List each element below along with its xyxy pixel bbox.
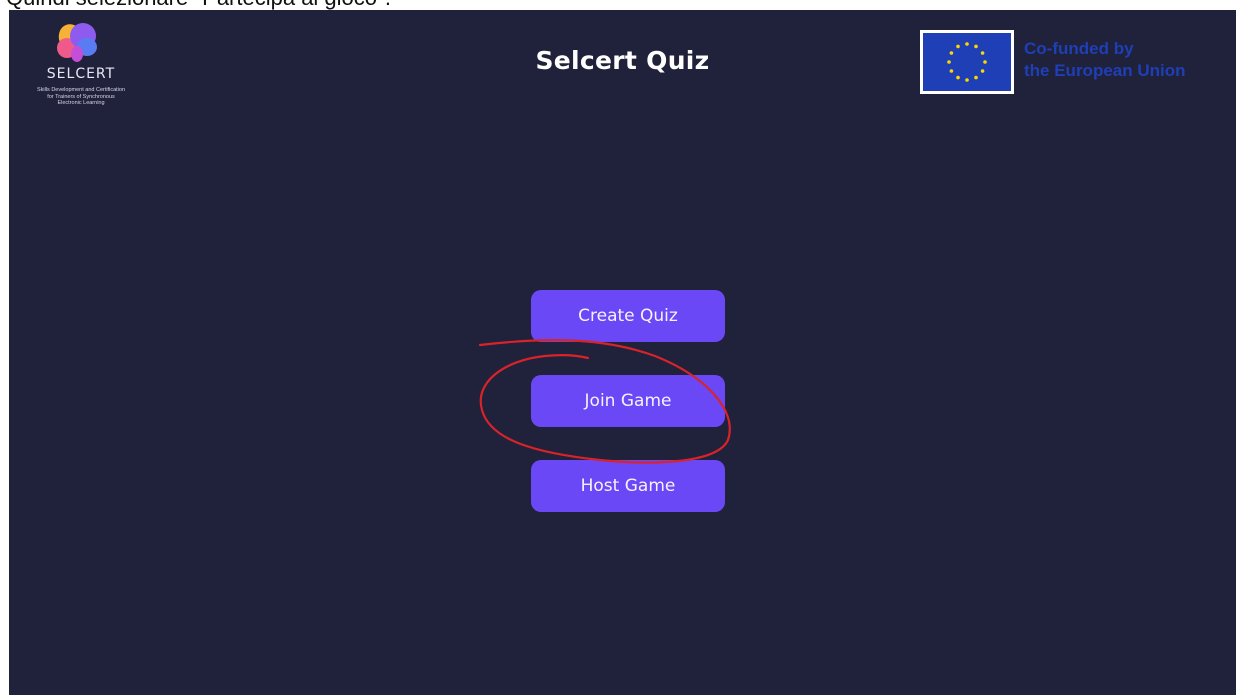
eu-star-icon — [974, 75, 978, 80]
eu-funding-badge: Co-funded by the European Union — [920, 30, 1220, 98]
eu-star-icon — [980, 51, 985, 55]
join-game-button[interactable]: Join Game — [531, 375, 725, 427]
eu-star-icon — [983, 60, 987, 64]
eu-flag-icon — [920, 30, 1014, 94]
eu-star-icon — [974, 44, 978, 49]
eu-star-icon — [965, 78, 969, 82]
eu-star-icon — [949, 69, 954, 73]
quiz-app-screen: SELCERT Skills Development and Certifica… — [9, 10, 1236, 695]
eu-funding-text: Co-funded by the European Union — [1024, 38, 1186, 82]
logo-tagline-line: Electronic Learning — [57, 100, 105, 106]
eu-text-line1: Co-funded by — [1024, 39, 1134, 58]
instruction-caption: Quindi selezionare "Partecipa al gioco". — [6, 0, 391, 10]
eu-text-line2: the European Union — [1024, 61, 1186, 80]
eu-star-icon — [980, 69, 985, 73]
host-game-button[interactable]: Host Game — [531, 460, 725, 512]
eu-star-icon — [949, 51, 954, 55]
eu-star-icon — [956, 44, 960, 49]
eu-star-icon — [965, 42, 969, 46]
eu-star-icon — [956, 75, 960, 80]
create-quiz-button[interactable]: Create Quiz — [531, 290, 725, 342]
logo-tagline: Skills Development and Certification for… — [15, 87, 147, 107]
eu-star-icon — [947, 60, 951, 64]
